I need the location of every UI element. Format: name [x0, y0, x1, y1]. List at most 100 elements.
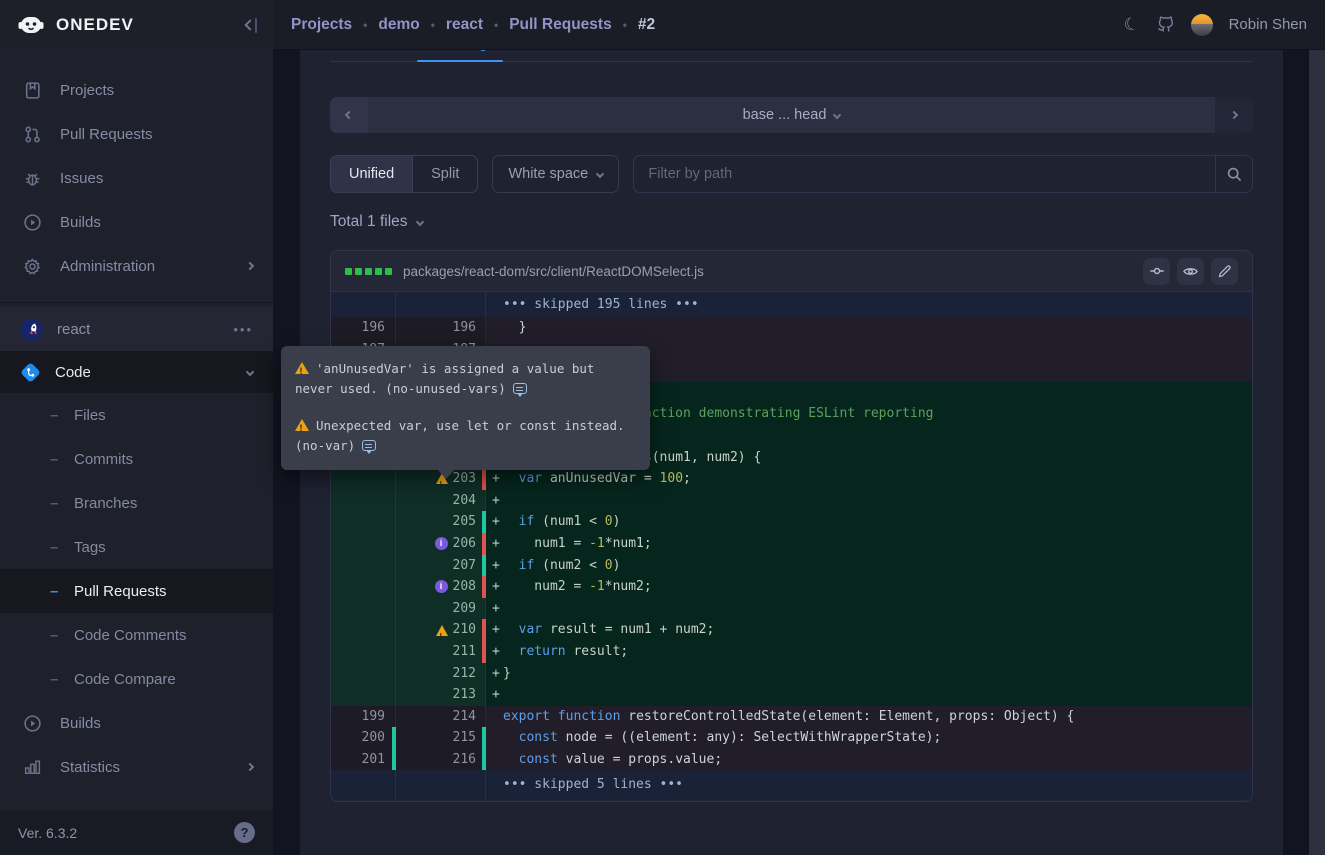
- split-button[interactable]: Split: [412, 156, 477, 192]
- old-line-number[interactable]: [331, 598, 396, 620]
- bug-icon: [20, 169, 44, 188]
- warning-icon[interactable]: [436, 625, 448, 636]
- sidebar-item-administration[interactable]: Administration: [0, 244, 273, 288]
- sidebar-section-code[interactable]: Code: [0, 351, 273, 393]
- line-number-text: 203: [453, 468, 476, 490]
- new-line-number[interactable]: 214: [396, 706, 486, 728]
- edit-file-button[interactable]: [1211, 258, 1238, 285]
- old-line-number: [331, 292, 396, 317]
- old-line-number[interactable]: 199: [331, 706, 396, 728]
- breadcrumb-react[interactable]: react: [446, 16, 483, 34]
- user-name[interactable]: Robin Shen: [1229, 16, 1307, 33]
- eslint-problems-tooltip: 'anUnusedVar' is assigned a value but ne…: [281, 346, 650, 470]
- old-line-number[interactable]: [331, 684, 396, 706]
- chevron-right-icon: [246, 262, 254, 270]
- sidebar-item-code-compare[interactable]: –Code Compare: [0, 657, 273, 701]
- sidebar-project-react[interactable]: react •••: [0, 307, 273, 351]
- sidebar-item-issues[interactable]: Issues: [0, 156, 273, 200]
- help-icon[interactable]: ?: [234, 822, 255, 843]
- diff-row: ••• skipped 5 lines •••: [331, 770, 1252, 800]
- add-comment-icon[interactable]: [362, 440, 376, 451]
- new-line-number[interactable]: 205: [396, 511, 486, 533]
- code-line: const value = props.value;: [486, 749, 1252, 771]
- next-commit-button[interactable]: [1215, 97, 1253, 133]
- skipped-lines-label: ••• skipped 5 lines •••: [486, 770, 1252, 800]
- old-line-number[interactable]: [331, 555, 396, 577]
- old-line-number[interactable]: [331, 576, 396, 598]
- new-line-number[interactable]: 216: [396, 749, 486, 771]
- old-line-number[interactable]: [331, 490, 396, 512]
- sidebar-item-code-comments[interactable]: –Code Comments: [0, 613, 273, 657]
- breadcrumb-demo[interactable]: demo: [378, 16, 419, 34]
- old-line-number[interactable]: [331, 619, 396, 641]
- sidebar-item-pull-requests[interactable]: Pull Requests: [0, 112, 273, 156]
- old-line-number[interactable]: [331, 663, 396, 685]
- new-line-number[interactable]: i208: [396, 576, 486, 598]
- github-icon[interactable]: [1156, 15, 1175, 34]
- new-line-number[interactable]: 196: [396, 317, 486, 339]
- eye-icon: [1182, 263, 1199, 280]
- old-line-number[interactable]: [331, 641, 396, 663]
- add-comment-icon[interactable]: [513, 383, 527, 394]
- dark-mode-icon[interactable]: ☾: [1122, 13, 1142, 36]
- code-text: num1 = -1*num1;: [503, 536, 652, 551]
- old-line-number[interactable]: 196: [331, 317, 396, 339]
- commit-history-button[interactable]: [1143, 258, 1170, 285]
- new-line-number[interactable]: 207: [396, 555, 486, 577]
- new-line-number[interactable]: 213: [396, 684, 486, 706]
- breadcrumb-projects[interactable]: Projects: [291, 16, 352, 34]
- view-file-button[interactable]: [1177, 258, 1204, 285]
- sidebar-collapse-icon[interactable]: [246, 18, 258, 33]
- sidebar-item-statistics[interactable]: Statistics: [0, 745, 273, 789]
- breadcrumb-pull-requests[interactable]: Pull Requests: [509, 16, 612, 34]
- search-button[interactable]: [1215, 155, 1253, 193]
- file-path[interactable]: packages/react-dom/src/client/ReactDOMSe…: [403, 264, 1143, 279]
- sidebar-footer: Ver. 6.3.2 ?: [0, 810, 273, 855]
- old-line-number[interactable]: [331, 533, 396, 555]
- problem-item: Unexpected var, use let or const instead…: [295, 416, 636, 456]
- user-avatar[interactable]: [1191, 14, 1213, 36]
- whitespace-dropdown[interactable]: White space: [492, 155, 619, 193]
- new-line-number[interactable]: i206: [396, 533, 486, 555]
- new-line-number[interactable]: 215: [396, 727, 486, 749]
- sidebar-item-project-builds[interactable]: Builds: [0, 701, 273, 745]
- sidebar-item-tags[interactable]: –Tags: [0, 525, 273, 569]
- pencil-icon: [1217, 264, 1232, 279]
- sidebar-item-commits[interactable]: –Commits: [0, 437, 273, 481]
- line-number-text: 211: [453, 641, 476, 663]
- new-line-number[interactable]: 209: [396, 598, 486, 620]
- added-line-marker: +: [492, 468, 500, 490]
- line-number-text: 204: [453, 490, 476, 512]
- new-line-number[interactable]: 211: [396, 641, 486, 663]
- line-number-text: 212: [453, 663, 476, 685]
- new-line-number[interactable]: 210: [396, 619, 486, 641]
- sidebar-item-projects[interactable]: Projects: [0, 68, 273, 112]
- new-line-number[interactable]: 204: [396, 490, 486, 512]
- info-icon[interactable]: i: [435, 537, 448, 550]
- old-line-number[interactable]: 201: [331, 749, 396, 771]
- old-line-number[interactable]: [331, 468, 396, 490]
- old-line-number[interactable]: [331, 511, 396, 533]
- filter-by-path-input[interactable]: [633, 155, 1215, 193]
- total-files-toggle[interactable]: Total 1 files: [330, 213, 423, 231]
- sidebar-item-pull-requests-sub[interactable]: –Pull Requests: [0, 569, 273, 613]
- info-icon[interactable]: i: [435, 580, 448, 593]
- unified-button[interactable]: Unified: [331, 156, 412, 192]
- sidebar-item-branches[interactable]: –Branches: [0, 481, 273, 525]
- sidebar-item-builds[interactable]: Builds: [0, 200, 273, 244]
- old-line-number[interactable]: 200: [331, 727, 396, 749]
- pull-request-icon: [20, 125, 44, 144]
- page-scrollbar[interactable]: [1308, 50, 1325, 855]
- chevron-down-icon: [246, 368, 254, 376]
- code-text: var anUnusedVar = 100;: [503, 471, 691, 486]
- line-number-text: 209: [453, 598, 476, 620]
- prev-commit-button[interactable]: [330, 97, 368, 133]
- revision-selector[interactable]: base ... head: [368, 97, 1215, 133]
- added-line-marker: +: [492, 641, 500, 663]
- project-menu-dots-icon[interactable]: •••: [233, 322, 253, 337]
- onedev-logo-icon[interactable]: [16, 10, 46, 40]
- old-line-number: [331, 770, 396, 800]
- diff-row: 211+ return result;: [331, 641, 1252, 663]
- new-line-number[interactable]: 212: [396, 663, 486, 685]
- sidebar-item-files[interactable]: –Files: [0, 393, 273, 437]
